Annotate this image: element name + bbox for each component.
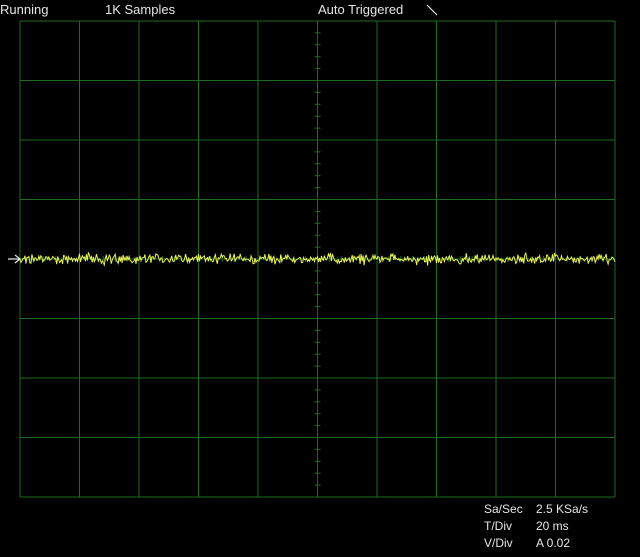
time-div-readout: T/Div 20 ms <box>484 519 569 533</box>
volt-div-value: A 0.02 <box>536 536 571 550</box>
graticule-center-ticks <box>19 20 604 486</box>
sample-rate-value: 2.5 KSa/s <box>536 502 589 516</box>
volt-div-label: V/Div <box>484 536 513 550</box>
channel-arrow-icon[interactable] <box>8 254 21 264</box>
scope-screen[interactable] <box>0 0 640 557</box>
run-state-label: Running <box>0 2 49 17</box>
falling-edge-icon <box>426 4 438 16</box>
time-div-value: 20 ms <box>536 519 569 533</box>
volt-div-readout: V/Div A 0.02 <box>484 536 570 550</box>
sample-rate-readout: Sa/Sec 2.5 KSa/s <box>484 502 588 516</box>
time-div-label: T/Div <box>484 519 512 533</box>
sample-count-label: 1K Samples <box>105 2 176 17</box>
sample-rate-label: Sa/Sec <box>484 502 523 516</box>
trigger-mode-label: Auto Triggered <box>318 2 404 17</box>
